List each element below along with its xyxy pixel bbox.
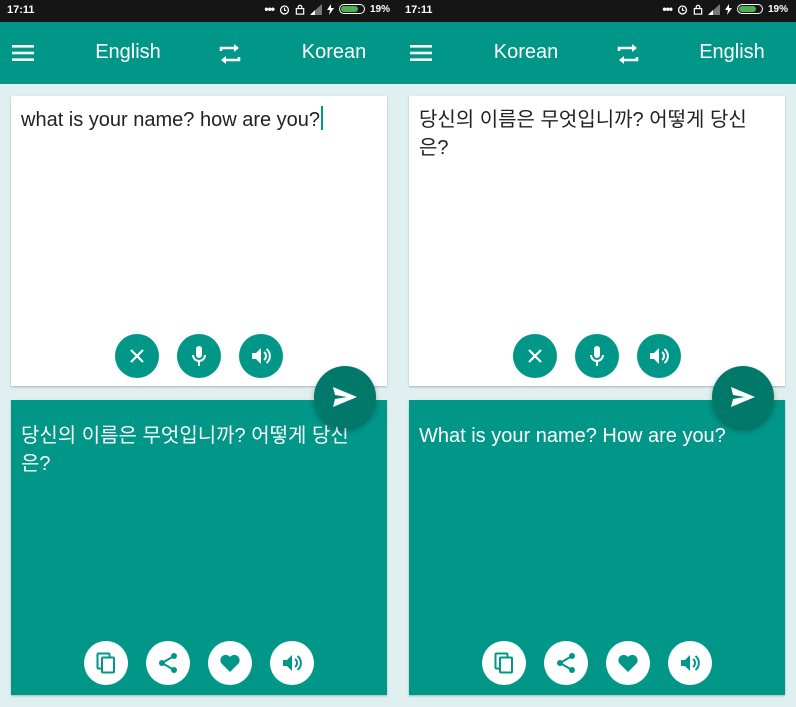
translated-text: 당신의 이름은 무엇입니까? 어떻게 당신은?: [21, 425, 349, 475]
copy-button[interactable]: [482, 641, 526, 685]
speaker-icon: [650, 348, 669, 364]
source-language-selector[interactable]: English: [84, 41, 172, 64]
favorite-button[interactable]: [606, 641, 650, 685]
clear-button[interactable]: [513, 334, 557, 378]
voice-input-button[interactable]: [177, 334, 221, 378]
battery-icon: [338, 4, 365, 14]
input-card: what is your name? how are you?: [11, 96, 387, 386]
input-card: 당신의 이름은 무엇입니까? 어떻게 당신은?: [409, 96, 785, 386]
status-bar: 17:11 ••• 19%: [398, 0, 796, 22]
close-icon: [130, 349, 144, 363]
app-bar: Korean English: [398, 22, 796, 84]
more-dots-icon: •••: [662, 2, 673, 16]
target-language-selector[interactable]: English: [688, 41, 776, 64]
screen-english-to-korean: 17:11 ••• 19% English Korean what is you…: [0, 0, 398, 707]
share-button[interactable]: [146, 641, 190, 685]
menu-button[interactable]: [408, 39, 436, 67]
source-language-selector[interactable]: Korean: [482, 41, 570, 64]
copy-icon: [96, 652, 115, 674]
speak-translation-button[interactable]: [270, 641, 314, 685]
menu-button[interactable]: [10, 39, 38, 67]
status-bar: 17:11 ••• 19%: [0, 0, 398, 22]
status-time: 17:11: [7, 4, 35, 16]
signal-icon: [707, 3, 720, 15]
text-caret: [321, 106, 324, 130]
system-icons: ••• 19%: [662, 3, 788, 15]
source-text: 당신의 이름은 무엇입니까? 어떻게 당신은?: [419, 109, 747, 159]
battery-icon: [736, 4, 763, 14]
share-icon: [557, 653, 575, 673]
battery-percent: 19%: [369, 3, 390, 15]
hamburger-icon: [12, 45, 34, 61]
translate-button[interactable]: [712, 366, 774, 428]
speak-translation-button[interactable]: [668, 641, 712, 685]
alarm-icon: [677, 4, 688, 15]
source-text-input[interactable]: 당신의 이름은 무엇입니까? 어떻게 당신은?: [419, 106, 759, 162]
swap-arrows-icon: [617, 44, 639, 64]
microphone-icon: [192, 346, 206, 366]
send-icon: [731, 387, 755, 407]
translate-button[interactable]: [314, 366, 376, 428]
more-dots-icon: •••: [264, 2, 275, 16]
screen-korean-to-english: 17:11 ••• 19% Korean English 당신의 이름은 무엇입…: [398, 0, 796, 707]
output-card: 당신의 이름은 무엇입니까? 어떻게 당신은?: [11, 400, 387, 695]
source-text: what is your name? how are you?: [21, 109, 321, 131]
copy-icon: [494, 652, 513, 674]
speak-source-button[interactable]: [637, 334, 681, 378]
hamburger-icon: [410, 45, 432, 61]
share-icon: [159, 653, 177, 673]
source-text-input[interactable]: what is your name? how are you?: [21, 106, 361, 134]
clear-button[interactable]: [115, 334, 159, 378]
copy-button[interactable]: [84, 641, 128, 685]
app-bar: English Korean: [0, 22, 398, 84]
favorite-button[interactable]: [208, 641, 252, 685]
lock-icon: [693, 4, 703, 15]
status-time: 17:11: [405, 4, 433, 16]
speaker-icon: [283, 655, 302, 671]
speak-source-button[interactable]: [239, 334, 283, 378]
swap-languages-button[interactable]: [216, 40, 244, 68]
swap-arrows-icon: [219, 44, 241, 64]
speaker-icon: [681, 655, 700, 671]
target-language-selector[interactable]: Korean: [290, 41, 378, 64]
share-button[interactable]: [544, 641, 588, 685]
heart-icon: [220, 654, 240, 672]
swap-languages-button[interactable]: [614, 40, 642, 68]
charging-icon: [724, 3, 732, 15]
speaker-icon: [252, 348, 271, 364]
translated-text: What is your name? How are you?: [419, 425, 726, 447]
alarm-icon: [279, 4, 290, 15]
output-card: What is your name? How are you?: [409, 400, 785, 695]
heart-icon: [618, 654, 638, 672]
lock-icon: [295, 4, 305, 15]
system-icons: ••• 19%: [264, 3, 390, 15]
send-icon: [333, 387, 357, 407]
battery-percent: 19%: [767, 3, 788, 15]
microphone-icon: [590, 346, 604, 366]
close-icon: [528, 349, 542, 363]
charging-icon: [326, 3, 334, 15]
voice-input-button[interactable]: [575, 334, 619, 378]
signal-icon: [309, 3, 322, 15]
